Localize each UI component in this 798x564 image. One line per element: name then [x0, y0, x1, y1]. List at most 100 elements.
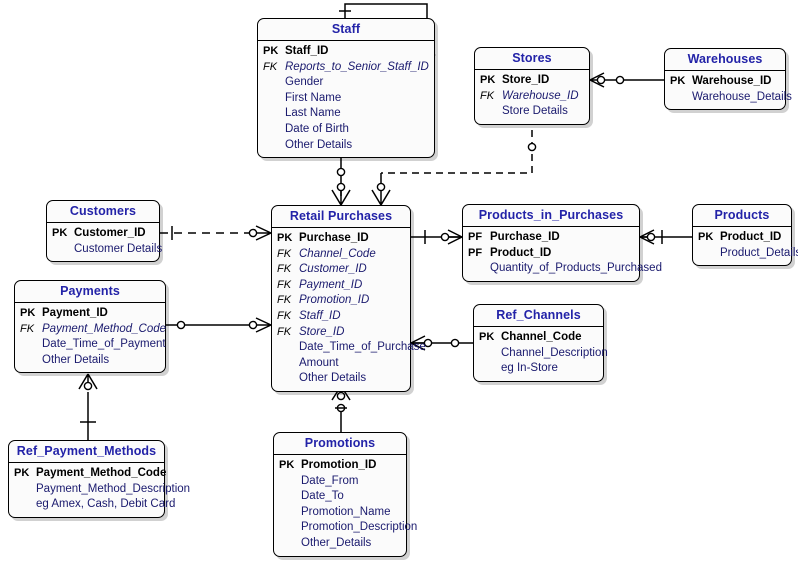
attribute-row: FK Customer_ID: [277, 262, 405, 278]
attribute-row: Date_Time_of_Payment: [20, 337, 166, 353]
attribute-key: PK: [263, 45, 279, 57]
attribute-row: Product_Details: [698, 246, 798, 262]
attribute-row: Last Name: [263, 106, 429, 122]
entity-attributes-products: PK Product_ID Product_Details: [693, 227, 798, 265]
attribute-name: Promotion_ID: [301, 459, 377, 471]
attribute-row: FK Channel_Code: [277, 247, 405, 263]
attribute-key: FK: [20, 322, 35, 335]
entity-products_in_purchases[interactable]: Products_in_Purchases PF Purchase_ID PF Prod…: [462, 204, 662, 282]
attribute-row: PK Staff_ID: [263, 44, 429, 60]
attribute-name: Product_ID: [490, 246, 552, 259]
attribute-key: PK: [52, 227, 68, 239]
attribute-row: Date_Time_of_Purchase: [277, 340, 426, 356]
attribute-row: Other Details: [277, 371, 405, 387]
attribute-row: Warehouse_Details: [670, 90, 792, 106]
attribute-name: Date_To: [301, 490, 344, 503]
attribute-name: Gender: [285, 76, 324, 89]
attribute-name: Product_Details: [720, 246, 798, 259]
connector-products-pip: [639, 229, 692, 245]
attribute-name: Warehouse_Details: [692, 90, 792, 103]
entity-attributes-ref_payment_methods: PK Payment_Method_Code Payment_Method_Desc…: [9, 463, 190, 517]
attribute-name: Reports_to_Senior_Staff_ID: [285, 60, 429, 73]
attribute-key: PK: [20, 307, 36, 319]
attribute-name: Other Details: [285, 138, 353, 151]
entity-attributes-ref_channels: PK Channel_Code Channel_Descriptioneg In-S…: [474, 327, 608, 381]
attribute-key: FK: [277, 294, 292, 307]
attribute-name: Payment_Method_Description: [36, 482, 191, 495]
entity-attributes-staff: PK Staff_ID FK Reports_to_Senior_Staff_ID Ge…: [258, 41, 434, 157]
entity-customers[interactable]: Customers PK Customer_ID Customer Details: [46, 200, 162, 263]
attribute-name: eg Amex, Cash, Debit Card: [36, 498, 176, 511]
attribute-name: Date_Time_of_Payment: [42, 338, 166, 351]
connector-refpm-payments: [78, 373, 98, 440]
attribute-key: PK: [14, 467, 30, 479]
entity-warehouses[interactable]: Warehouses PK Warehouse_ID Warehouse_Detail…: [664, 48, 792, 111]
attribute-row: Other Details: [263, 138, 429, 154]
attribute-name: Purchase_ID: [299, 232, 369, 244]
entity-title-products: Products: [693, 205, 791, 227]
entity-retail_purchases[interactable]: Retail Purchases PK Purchase_ID FK Channel_C…: [271, 205, 426, 392]
attribute-name: Purchase_ID: [490, 231, 560, 243]
connector-purchases-pip: [411, 229, 463, 245]
entity-attributes-promotions: PK Promotion_ID Date_From Date_To Promotion_…: [274, 455, 417, 556]
entity-ref_channels[interactable]: Ref_Channels PK Channel_Code Channel_Descri…: [473, 304, 608, 382]
attribute-row: Other_Details: [279, 536, 401, 552]
entity-title-warehouses: Warehouses: [665, 49, 785, 71]
entity-ref_payment_methods[interactable]: Ref_Payment_Methods PK Payment_Method_Code…: [8, 440, 190, 518]
attribute-row: Date of Birth: [263, 122, 429, 138]
attribute-row: PK Customer_ID: [52, 226, 154, 242]
entity-title-promotions: Promotions: [274, 433, 406, 455]
attribute-row: PK Product_ID: [698, 230, 786, 246]
attribute-key: PK: [480, 74, 496, 86]
entity-payments[interactable]: Payments PK Payment_ID FK Payment_Method_Cod…: [14, 280, 166, 374]
attribute-row: Store Details: [480, 104, 584, 120]
attribute-row: PK Purchase_ID: [277, 231, 405, 247]
attribute-row: PK Channel_Code: [479, 330, 598, 346]
attribute-row: eg In-Store: [479, 361, 598, 377]
attribute-name: Channel_Description: [501, 346, 608, 359]
attribute-row: eg Amex, Cash, Debit Card: [14, 497, 175, 513]
entity-promotions[interactable]: Promotions PK Promotion_ID Date_From Date_To…: [273, 432, 417, 557]
attribute-row: Date_To: [279, 489, 401, 505]
attribute-row: Other Details: [20, 353, 160, 369]
attribute-name: Channel_Code: [501, 331, 582, 343]
attribute-name: Staff_ID: [285, 45, 329, 57]
entity-attributes-products_in_purchases: PF Purchase_ID PF Product_ID Quantity_of_Pro…: [463, 227, 662, 281]
attribute-row: Payment_Method_Description: [14, 482, 190, 498]
attribute-name: Other_Details: [301, 536, 372, 549]
attribute-name: Staff_ID: [299, 309, 341, 322]
entity-title-products_in_purchases: Products_in_Purchases: [463, 205, 639, 227]
attribute-name: eg In-Store: [501, 362, 558, 375]
entity-title-ref_channels: Ref_Channels: [474, 305, 603, 327]
attribute-row: Gender: [263, 75, 429, 91]
attribute-name: Date_From: [301, 474, 359, 487]
entity-stores[interactable]: Stores PK Store_ID FK Warehouse_ID Store Deta…: [474, 47, 590, 125]
entity-staff[interactable]: Staff PK Staff_ID FK Reports_to_Senior_Staff…: [257, 18, 435, 159]
attribute-name: Promotion_Name: [301, 505, 391, 518]
entity-title-payments: Payments: [15, 281, 165, 303]
attribute-row: FK Warehouse_ID: [480, 89, 584, 105]
attribute-name: Other Details: [42, 353, 110, 366]
attribute-name: Payment_Method_Code: [42, 322, 167, 335]
attribute-name: Warehouse_ID: [692, 75, 772, 87]
attribute-name: Product_ID: [720, 231, 782, 243]
attribute-row: FK Payment_Method_Code: [20, 322, 166, 338]
connector-payments-purchases: [166, 317, 272, 333]
attribute-row: PK Payment_ID: [20, 306, 160, 322]
attribute-name: Date of Birth: [285, 122, 349, 135]
attribute-name: Date_Time_of_Purchase: [299, 341, 426, 354]
attribute-key: PK: [698, 231, 714, 243]
attribute-name: Last Name: [285, 107, 341, 120]
attribute-row: PK Store_ID: [480, 73, 584, 89]
attribute-row: Amount: [277, 356, 405, 372]
entity-products[interactable]: Products PK Product_ID Product_Details: [692, 204, 798, 267]
connector-customers-purchases: [160, 225, 272, 241]
attribute-row: First Name: [263, 91, 429, 107]
attribute-key: PK: [479, 331, 495, 343]
attribute-key: FK: [277, 278, 292, 291]
attribute-row: PK Payment_Method_Code: [14, 466, 166, 482]
attribute-name: Store_ID: [299, 325, 345, 338]
attribute-name: Channel_Code: [299, 247, 376, 260]
attribute-row: FK Payment_ID: [277, 278, 405, 294]
attribute-row: Quantity_of_Products_Purchased: [468, 261, 662, 277]
